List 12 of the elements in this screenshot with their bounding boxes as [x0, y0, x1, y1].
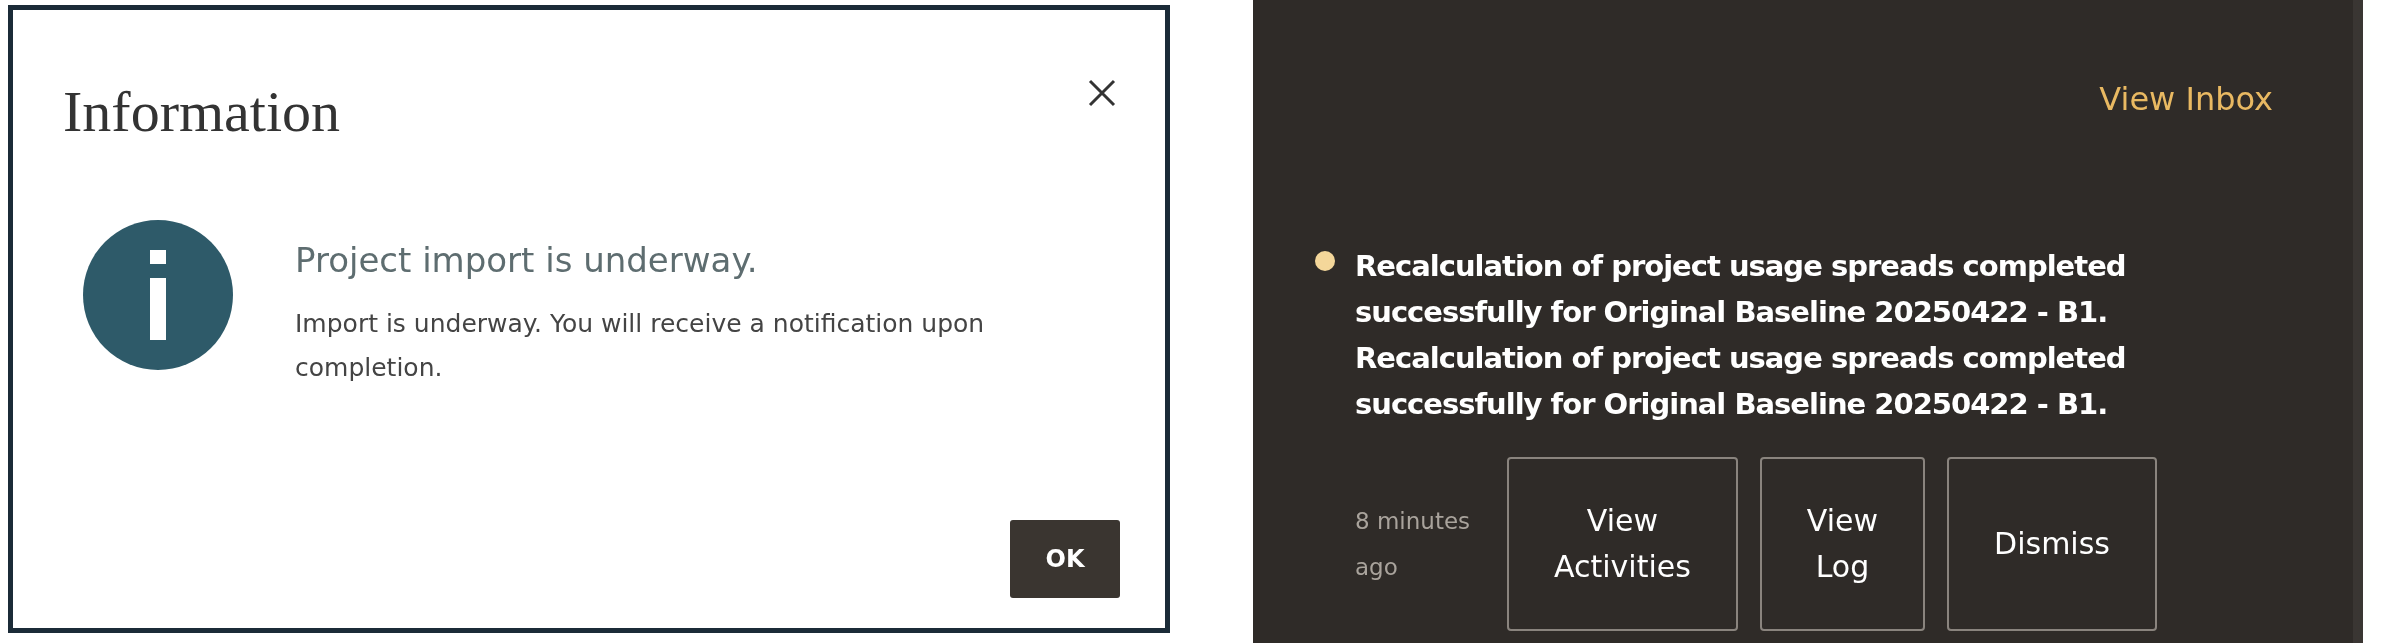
- action-button[interactable]: View Log: [1759, 457, 1926, 631]
- view-inbox-link[interactable]: View Inbox: [2099, 80, 2273, 118]
- dialog-message: Import is underway. You will receive a notification upon completion.: [295, 308, 986, 384]
- notification-message: Recalculation of project usage spreads completed successfully for Original Baseline 20250422 - B1. Recalculation of project usage spreads completed successfully for Original Baseline 20250422 - B1.: [1355, 248, 2127, 423]
- info-icon: [83, 220, 233, 370]
- action-button[interactable]: Dismiss: [1947, 457, 2157, 631]
- notification-time: 8 minutes ago: [1355, 507, 1472, 582]
- dialog-heading: Project import is underway.: [295, 240, 759, 280]
- action-button[interactable]: View Activities: [1507, 457, 1738, 631]
- dialog-title: Information: [63, 78, 341, 145]
- close-icon[interactable]: [1087, 78, 1117, 108]
- ok-button[interactable]: OK: [1010, 520, 1120, 598]
